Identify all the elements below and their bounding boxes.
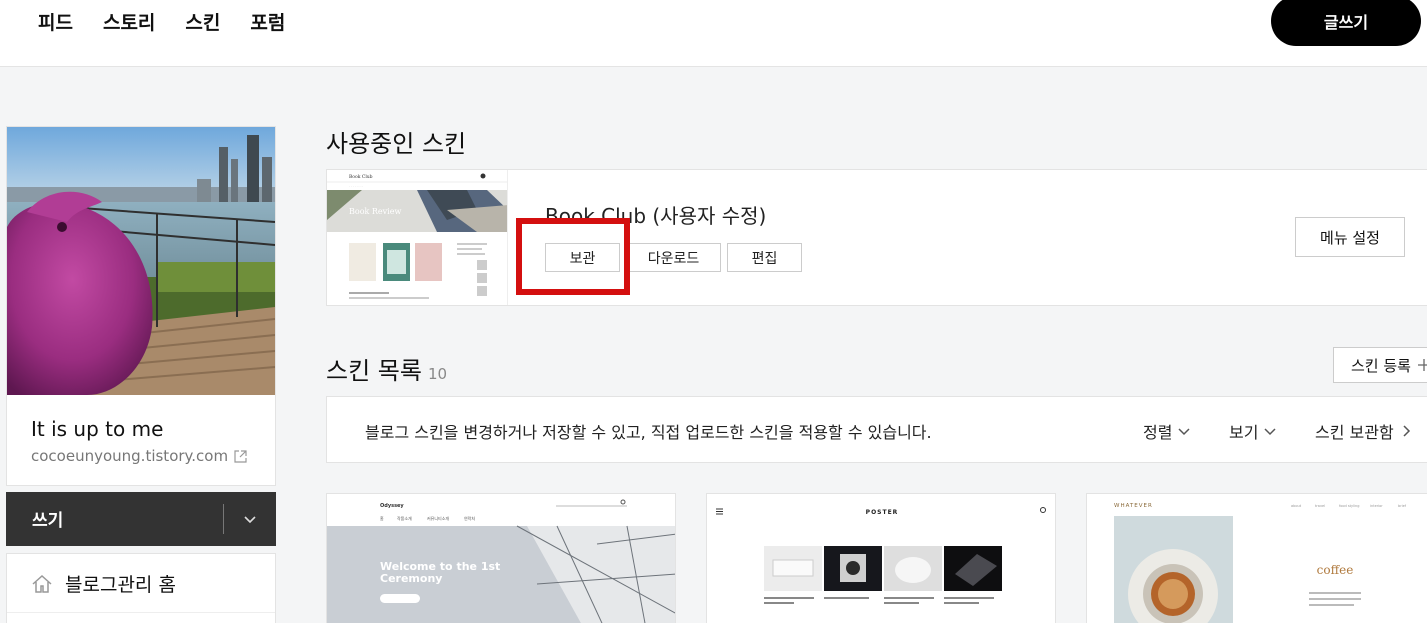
skin-info-text: 블로그 스킨을 변경하거나 저장할 수 있고, 직접 업로드한 스킨을 적용할 …: [365, 423, 932, 442]
skin-storage-label: 스킨 보관함: [1315, 423, 1394, 442]
current-skin-title: 사용중인 스킨: [326, 130, 467, 158]
admin-menu: 블로그관리 홈: [6, 553, 276, 623]
sort-label: 정렬: [1143, 423, 1173, 442]
register-skin-button[interactable]: 스킨 등록: [1333, 347, 1427, 383]
view-dropdown[interactable]: 보기: [1229, 419, 1277, 443]
skin-storage-link[interactable]: 스킨 보관함: [1315, 419, 1413, 443]
svg-text:작품소개: 작품소개: [397, 515, 412, 521]
whatever-brand: WHATEVER: [1114, 503, 1153, 509]
download-button[interactable]: 다운로드: [626, 243, 721, 272]
svg-text:연락처: 연락처: [464, 515, 475, 521]
home-icon: [32, 574, 52, 593]
write-button[interactable]: 쓰기: [32, 506, 63, 531]
chevron-down-icon: [1264, 428, 1276, 436]
skin-card-odyssey[interactable]: Odyssey 홈 작품소개 커뮤니티소개 연락처 Welcome to the 1s…: [326, 493, 676, 623]
whatever-headline: coffee: [1317, 563, 1354, 577]
skin-card-whatever[interactable]: WHATEVER about travel food styling interior…: [1086, 493, 1427, 623]
blog-profile-image[interactable]: [7, 127, 275, 395]
register-skin-label: 스킨 등록: [1351, 356, 1411, 375]
svg-text:· · · · · · · ·: · · · · · · · ·: [349, 184, 363, 188]
blog-url-text[interactable]: cocoeunyoung.tistory.com: [31, 447, 228, 465]
top-nav: 피드 스토리 스킨 포럼: [38, 8, 285, 35]
svg-text:about: about: [1291, 504, 1302, 508]
write-post-button[interactable]: 글쓰기: [1271, 0, 1421, 46]
svg-text:홈: 홈: [380, 515, 384, 521]
chevron-down-icon: [1178, 428, 1190, 436]
skin-list-title-text: 스킨 목록: [326, 357, 422, 385]
svg-text:food styling: food styling: [1339, 504, 1360, 508]
skin-list-title: 스킨 목록 10: [326, 351, 447, 386]
current-skin-actions: 보관 다운로드 편집: [545, 243, 802, 272]
menu-settings-button[interactable]: 메뉴 설정: [1295, 217, 1405, 257]
poster-brand: POSTER: [866, 509, 899, 516]
chevron-right-icon: [1403, 425, 1410, 437]
plus-icon: [1417, 359, 1427, 371]
external-link-icon[interactable]: [234, 449, 247, 463]
nav-story[interactable]: 스토리: [103, 8, 155, 35]
write-menu-bar: 쓰기: [6, 492, 276, 546]
skin-info-bar: 블로그 스킨을 변경하거나 저장할 수 있고, 직접 업로드한 스킨을 적용할 …: [326, 396, 1427, 463]
skin-card-poster[interactable]: POSTER: [706, 493, 1056, 623]
sort-dropdown[interactable]: 정렬: [1143, 419, 1191, 443]
profile-card: It is up to me cocoeunyoung.tistory.com: [6, 126, 276, 486]
nav-feed[interactable]: 피드: [38, 8, 73, 35]
svg-text:커뮤니티소개: 커뮤니티소개: [427, 515, 449, 521]
blog-name[interactable]: It is up to me: [31, 417, 163, 441]
edit-button[interactable]: 편집: [727, 243, 802, 272]
admin-home-label: 블로그관리 홈: [65, 574, 176, 596]
blog-url-link[interactable]: cocoeunyoung.tistory.com: [31, 447, 247, 465]
svg-text:interior: interior: [1370, 504, 1383, 508]
svg-text:travel: travel: [1315, 504, 1325, 508]
divider: [7, 612, 275, 613]
chevron-down-icon[interactable]: [240, 509, 260, 529]
skin-count: 10: [427, 365, 448, 383]
nav-forum[interactable]: 포럼: [250, 8, 285, 35]
nav-skin[interactable]: 스킨: [185, 8, 220, 35]
view-label: 보기: [1229, 423, 1259, 442]
current-skin-card: Book Club · · · · · · · · Book Review Bo…: [326, 169, 1427, 306]
current-skin-name: Book Club (사용자 수정): [545, 204, 767, 228]
archive-button[interactable]: 보관: [545, 243, 620, 272]
thumb-banner: Book Review: [349, 207, 401, 216]
thumb-brand: Book Club: [349, 174, 373, 180]
write-bar-divider: [223, 504, 224, 534]
top-bar: 피드 스토리 스킨 포럼 글쓰기: [0, 0, 1427, 67]
svg-text:brief: brief: [1398, 504, 1407, 508]
current-skin-thumbnail[interactable]: Book Club · · · · · · · · Book Review: [327, 170, 508, 305]
admin-home-item[interactable]: 블로그관리 홈: [31, 570, 176, 597]
odyssey-brand: Odyssey: [380, 503, 404, 509]
